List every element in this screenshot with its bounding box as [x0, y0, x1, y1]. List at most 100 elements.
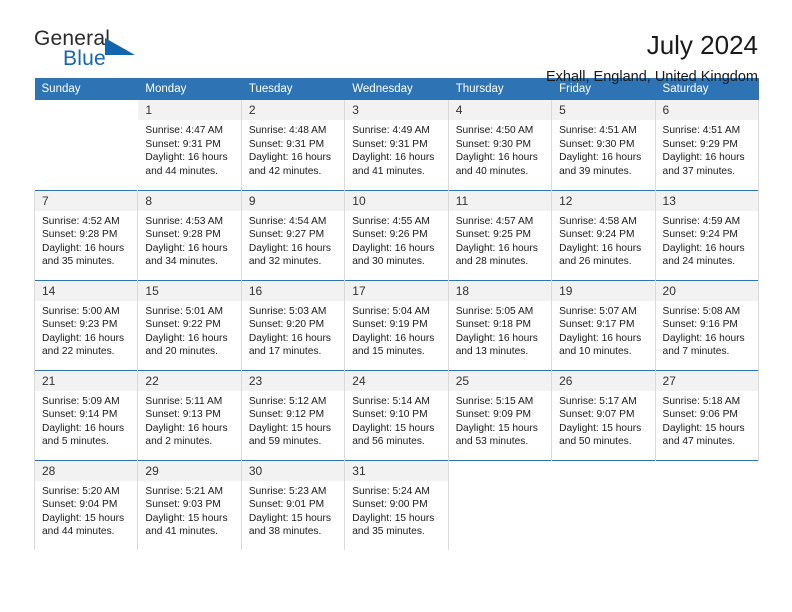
day-number: [35, 100, 138, 120]
sunrise-text: Sunrise: 5:08 AM: [662, 305, 741, 317]
weekday-header-thursday: Thursday: [448, 78, 553, 100]
day-number: 2: [241, 100, 345, 120]
calendar-day-cell[interactable]: 21 Sunrise: 5:09 AM Sunset: 9:14 PM Dayligh…: [33, 369, 139, 460]
calendar-day-cell[interactable]: 10 Sunrise: 4:55 AM Sunset: 9:26 PM Dayligh…: [344, 189, 449, 280]
calendar-day-cell[interactable]: 14 Sunrise: 5:00 AM Sunset: 9:23 PM Dayligh…: [33, 279, 139, 370]
calendar-day-cell[interactable]: 30 Sunrise: 5:23 AM Sunset: 9:01 PM Dayligh…: [240, 459, 346, 550]
calendar-day-cell[interactable]: 4 Sunrise: 4:50 AM Sunset: 9:30 PM Daylight…: [447, 100, 553, 190]
daylight-text-line1: Daylight: 16 hours: [662, 152, 745, 164]
day-details: Sunrise: 4:53 AM Sunset: 9:28 PM Daylight:…: [138, 211, 240, 269]
calendar-day-cell[interactable]: 25 Sunrise: 5:15 AM Sunset: 9:09 PM Dayligh…: [447, 369, 553, 460]
daylight-text-line1: Daylight: 16 hours: [352, 332, 435, 344]
day-details: Sunrise: 5:12 AM Sunset: 9:12 PM Daylight:…: [242, 391, 344, 449]
general-blue-logo[interactable]: General Blue: [34, 28, 154, 76]
sunrise-text: Sunrise: 5:14 AM: [352, 395, 430, 407]
daylight-text-line2: and 47 minutes.: [662, 436, 736, 448]
day-number: 14: [35, 280, 138, 301]
daylight-text-line1: Daylight: 15 hours: [352, 512, 435, 524]
daylight-text-line2: and 26 minutes.: [559, 256, 632, 268]
sunrise-text: Sunrise: 4:48 AM: [248, 125, 327, 136]
daylight-text-line2: and 50 minutes.: [559, 436, 632, 448]
page-title: July 2024: [646, 30, 758, 60]
day-number: 21: [35, 370, 138, 391]
sunset-text: Sunset: 9:26 PM: [352, 229, 428, 241]
calendar-day-cell[interactable]: 26 Sunrise: 5:17 AM Sunset: 9:07 PM Dayligh…: [551, 369, 656, 460]
sunset-text: Sunset: 9:30 PM: [455, 138, 532, 150]
day-number: 18: [448, 280, 552, 301]
daylight-text-line1: Daylight: 15 hours: [662, 422, 745, 434]
sunrise-text: Sunrise: 5:17 AM: [559, 395, 637, 407]
sunrise-text: Sunrise: 5:20 AM: [42, 485, 120, 497]
calendar-day-cell[interactable]: 11 Sunrise: 4:57 AM Sunset: 9:25 PM Dayligh…: [447, 189, 553, 280]
day-number: 19: [552, 280, 655, 301]
calendar-day-cell[interactable]: 8 Sunrise: 4:53 AM Sunset: 9:28 PM Daylight…: [137, 189, 242, 280]
day-details: Sunrise: 5:11 AM Sunset: 9:13 PM Daylight:…: [138, 391, 240, 449]
calendar-day-cell[interactable]: 24 Sunrise: 5:14 AM Sunset: 9:10 PM Dayligh…: [344, 369, 449, 460]
sunset-text: Sunset: 9:18 PM: [455, 319, 532, 331]
sunset-text: Sunset: 9:24 PM: [559, 229, 635, 241]
calendar-day-cell[interactable]: 23 Sunrise: 5:12 AM Sunset: 9:12 PM Dayligh…: [240, 369, 346, 460]
calendar-day-cell[interactable]: 16 Sunrise: 5:03 AM Sunset: 9:20 PM Dayligh…: [240, 279, 346, 370]
sunset-text: Sunset: 9:29 PM: [662, 138, 738, 150]
daylight-text-line2: and 24 minutes.: [662, 256, 736, 268]
calendar-day-cell[interactable]: 7 Sunrise: 4:52 AM Sunset: 9:28 PM Daylight…: [33, 189, 139, 280]
calendar-day-cell[interactable]: 19 Sunrise: 5:07 AM Sunset: 9:17 PM Dayligh…: [551, 279, 656, 370]
calendar-day-cell[interactable]: 17 Sunrise: 5:04 AM Sunset: 9:19 PM Dayligh…: [344, 279, 449, 370]
sunrise-text: Sunrise: 4:57 AM: [455, 215, 534, 227]
day-number: 5: [552, 100, 655, 120]
calendar-day-cell[interactable]: 3 Sunrise: 4:49 AM Sunset: 9:31 PM Daylight…: [344, 100, 449, 190]
calendar-day-cell[interactable]: 18 Sunrise: 5:05 AM Sunset: 9:18 PM Dayligh…: [447, 279, 553, 370]
daylight-text-line2: and 37 minutes.: [662, 165, 736, 177]
calendar-day-cell[interactable]: 27 Sunrise: 5:18 AM Sunset: 9:06 PM Dayligh…: [654, 369, 759, 460]
calendar-day-cell[interactable]: 2 Sunrise: 4:48 AM Sunset: 9:31 PM Daylight…: [240, 100, 346, 190]
calendar-day-cell[interactable]: 13 Sunrise: 4:59 AM Sunset: 9:24 PM Dayligh…: [654, 189, 759, 280]
calendar-day-cell[interactable]: 20 Sunrise: 5:08 AM Sunset: 9:16 PM Dayligh…: [654, 279, 759, 370]
calendar-day-cell[interactable]: 15 Sunrise: 5:01 AM Sunset: 9:22 PM Dayligh…: [137, 279, 242, 370]
sunrise-text: Sunrise: 5:04 AM: [352, 305, 430, 317]
day-number: [448, 460, 552, 481]
calendar-day-cell[interactable]: 9 Sunrise: 4:54 AM Sunset: 9:27 PM Daylight…: [240, 189, 346, 280]
day-details: Sunrise: 5:01 AM Sunset: 9:22 PM Daylight:…: [138, 301, 240, 359]
calendar-day-cell[interactable]: 1 Sunrise: 4:47 AM Sunset: 9:31 PM Daylight…: [137, 100, 242, 190]
daylight-text-line1: Daylight: 16 hours: [42, 332, 125, 344]
daylight-text-line1: Daylight: 16 hours: [145, 242, 228, 254]
daylight-text-line1: Daylight: 16 hours: [559, 152, 642, 164]
daylight-text-line2: and 44 minutes.: [42, 526, 115, 538]
day-number: 28: [35, 460, 138, 481]
day-number: 13: [655, 190, 758, 211]
calendar-day-cell[interactable]: 6 Sunrise: 4:51 AM Sunset: 9:29 PM Daylight…: [654, 100, 759, 190]
day-details: Sunrise: 5:23 AM Sunset: 9:01 PM Daylight:…: [242, 481, 344, 539]
daylight-text-line1: Daylight: 16 hours: [352, 152, 435, 164]
calendar-week-row: 1 Sunrise: 4:47 AM Sunset: 9:31 PM Daylight…: [33, 100, 759, 190]
sunset-text: Sunset: 9:30 PM: [559, 138, 635, 150]
sunset-text: Sunset: 9:28 PM: [42, 229, 118, 241]
calendar-week-row: 14 Sunrise: 5:00 AM Sunset: 9:23 PM Dayligh…: [33, 279, 759, 370]
daylight-text-line2: and 41 minutes.: [352, 165, 425, 177]
calendar-day-cell[interactable]: 29 Sunrise: 5:21 AM Sunset: 9:03 PM Dayligh…: [137, 459, 242, 550]
daylight-text-line1: Daylight: 16 hours: [455, 242, 538, 254]
calendar-day-cell[interactable]: 5 Sunrise: 4:51 AM Sunset: 9:30 PM Daylight…: [551, 100, 656, 190]
daylight-text-line2: and 30 minutes.: [352, 256, 425, 268]
sunrise-text: Sunrise: 5:24 AM: [352, 485, 430, 497]
month-calendar-table: Sunday Monday Tuesday Wednesday Thursday…: [33, 78, 759, 550]
calendar-day-cell[interactable]: 12 Sunrise: 4:58 AM Sunset: 9:24 PM Dayligh…: [551, 189, 656, 280]
sunset-text: Sunset: 9:31 PM: [145, 138, 221, 150]
day-details: Sunrise: 5:09 AM Sunset: 9:14 PM Daylight:…: [35, 391, 137, 449]
sunset-text: Sunset: 9:31 PM: [248, 138, 325, 150]
daylight-text-line2: and 5 minutes.: [42, 436, 109, 448]
sunrise-text: Sunrise: 5:07 AM: [559, 305, 637, 317]
daylight-text-line2: and 13 minutes.: [455, 346, 529, 358]
sunrise-text: Sunrise: 4:53 AM: [145, 215, 224, 227]
daylight-text-line1: Daylight: 16 hours: [145, 332, 228, 344]
calendar-week-row: 21 Sunrise: 5:09 AM Sunset: 9:14 PM Dayligh…: [33, 369, 759, 460]
day-number: 29: [138, 460, 241, 481]
day-details: Sunrise: 5:21 AM Sunset: 9:03 PM Daylight:…: [138, 481, 240, 539]
calendar-day-cell-empty: [551, 459, 656, 550]
calendar-day-cell[interactable]: 28 Sunrise: 5:20 AM Sunset: 9:04 PM Dayligh…: [33, 459, 139, 550]
daylight-text-line2: and 2 minutes.: [145, 436, 213, 448]
daylight-text-line1: Daylight: 16 hours: [42, 242, 125, 254]
daylight-text-line1: Daylight: 15 hours: [559, 422, 642, 434]
calendar-day-cell[interactable]: 31 Sunrise: 5:24 AM Sunset: 9:00 PM Dayligh…: [344, 459, 449, 550]
calendar-day-cell[interactable]: 22 Sunrise: 5:11 AM Sunset: 9:13 PM Dayligh…: [137, 369, 242, 460]
daylight-text-line2: and 34 minutes.: [145, 256, 218, 268]
